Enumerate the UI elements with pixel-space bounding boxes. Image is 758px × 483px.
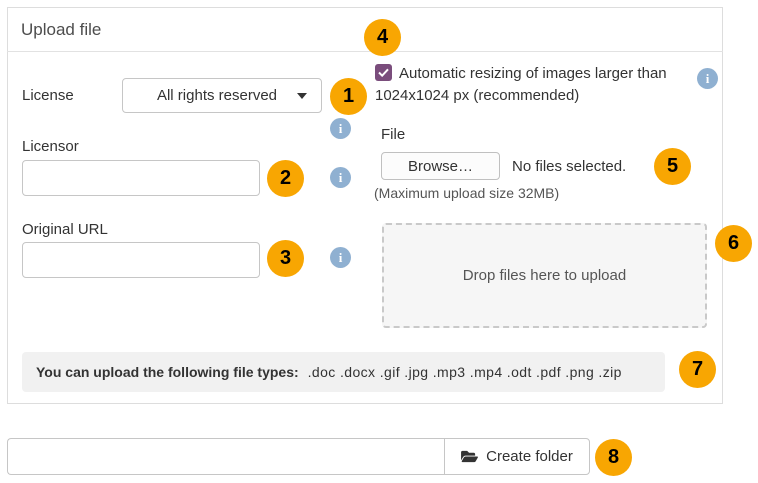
folder-name-input[interactable] [7, 438, 445, 475]
license-select[interactable]: All rights reserved [122, 78, 322, 113]
license-selected-value: All rights reserved [137, 87, 297, 104]
licensor-info-icon[interactable]: i [330, 167, 351, 188]
callout-badge-1: 1 [330, 78, 367, 115]
filetypes-label: You can upload the following file types: [36, 364, 299, 380]
callout-badge-5: 5 [654, 148, 691, 185]
original-url-label: Original URL [22, 221, 108, 238]
callout-badge-3: 3 [267, 240, 304, 277]
file-status-text: No files selected. [512, 158, 626, 175]
license-label: License [22, 87, 74, 104]
checkmark-icon [378, 68, 389, 77]
resize-checkbox-row: Automatic resizing of images larger than… [375, 63, 675, 107]
resize-checkbox[interactable] [375, 64, 392, 81]
licensor-label: Licensor [22, 138, 79, 155]
callout-badge-2: 2 [267, 160, 304, 197]
create-folder-label: Create folder [486, 448, 573, 465]
resize-info-icon[interactable]: i [697, 68, 718, 89]
max-upload-note: (Maximum upload size 32MB) [374, 185, 559, 201]
license-info-icon[interactable]: i [330, 118, 351, 139]
callout-badge-7: 7 [679, 351, 716, 388]
original-url-input[interactable] [22, 242, 260, 278]
callout-badge-6: 6 [715, 225, 752, 262]
filetypes-list: .doc .docx .gif .jpg .mp3 .mp4 .odt .pdf… [308, 364, 622, 380]
create-folder-button[interactable]: Create folder [444, 438, 590, 475]
dropzone-text: Drop files here to upload [463, 267, 626, 284]
callout-badge-4: 4 [364, 19, 401, 56]
resize-checkbox-label: Automatic resizing of images larger than… [375, 65, 667, 104]
folder-open-icon [461, 449, 478, 464]
licensor-input[interactable] [22, 160, 260, 196]
file-label: File [381, 126, 405, 143]
browse-button[interactable]: Browse… [381, 152, 500, 180]
callout-badge-8: 8 [595, 439, 632, 476]
panel-title: Upload file [21, 20, 101, 40]
file-dropzone[interactable]: Drop files here to upload [382, 223, 707, 328]
original-url-info-icon[interactable]: i [330, 247, 351, 268]
chevron-down-icon [297, 93, 307, 99]
filetypes-bar: You can upload the following file types:… [22, 352, 665, 392]
